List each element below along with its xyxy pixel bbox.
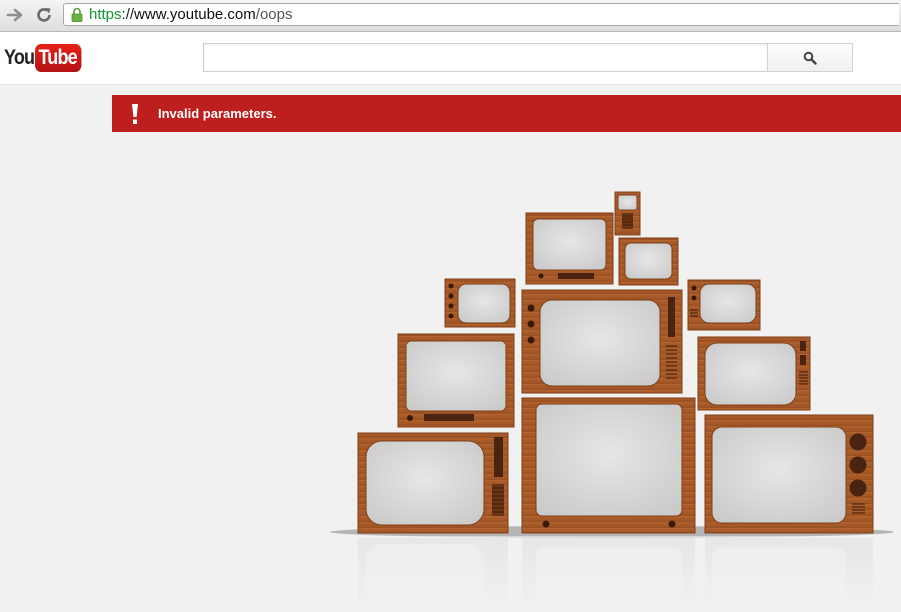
tv-bottom-center (521, 397, 696, 534)
url-separator: :// (121, 6, 135, 23)
reload-button[interactable] (33, 4, 55, 26)
search-input[interactable] (203, 43, 768, 72)
tv-middle-left (397, 333, 515, 428)
exclamation-icon (112, 103, 158, 125)
forward-button[interactable] (4, 4, 26, 26)
browser-toolbar: https://www.youtube.com/oops (0, 0, 901, 32)
reload-icon (37, 8, 51, 22)
tv-middle-right (697, 336, 811, 411)
youtube-logo[interactable]: You Tube (4, 44, 89, 72)
url-path: /oops (255, 6, 293, 23)
tv-bottom-right (704, 414, 874, 534)
tv-small-right (687, 279, 761, 331)
tv-bottom-left (357, 432, 509, 534)
tv-center-large (521, 289, 683, 394)
alert-message: Invalid parameters. (158, 106, 277, 121)
site-header: You Tube (0, 32, 901, 85)
forward-arrow-icon (6, 8, 23, 22)
tv-stack-illustration (330, 191, 901, 612)
url-host: www.youtube.com (134, 6, 256, 23)
magnifier-icon (803, 51, 817, 65)
logo-tube-text: Tube (35, 44, 82, 72)
lock-icon (71, 7, 83, 22)
tv-tiny-top (614, 191, 641, 236)
address-bar[interactable]: https://www.youtube.com/oops (63, 3, 899, 26)
error-alert: Invalid parameters. (112, 95, 901, 132)
tv-top-right (618, 237, 679, 286)
search-button[interactable] (767, 43, 853, 72)
tv-top-left (525, 212, 614, 285)
tv-small-left (444, 278, 516, 328)
logo-you-text: You (4, 46, 35, 69)
url-scheme: https (89, 6, 122, 23)
